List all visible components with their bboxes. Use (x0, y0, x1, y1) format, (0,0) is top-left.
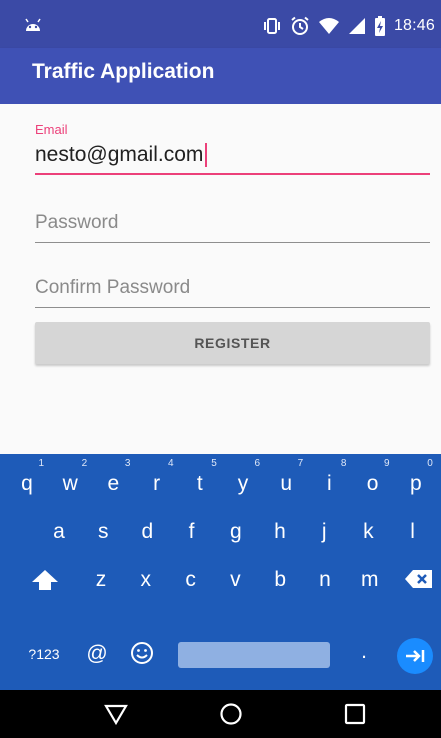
key-hint: 4 (168, 458, 174, 469)
key-e[interactable]: e3 (98, 458, 131, 496)
key-d[interactable]: d (132, 520, 162, 544)
key-hint: 8 (340, 458, 347, 469)
status-bar: 18:46 (0, 0, 441, 48)
key-label: i (327, 472, 332, 495)
key-j[interactable]: j (309, 520, 339, 544)
key-q[interactable]: q1 (12, 458, 44, 496)
key-hint: 1 (38, 458, 44, 469)
key-label: e (107, 472, 120, 495)
key-a[interactable]: a (44, 520, 74, 544)
period-key[interactable]: . (349, 640, 379, 664)
register-form: Email nesto@gmail.com Password Confirm P… (0, 104, 441, 454)
email-field-value: nesto@gmail.com (35, 143, 204, 166)
text-cursor (205, 143, 208, 167)
key-v[interactable]: v (220, 568, 250, 592)
home-nav-icon[interactable] (219, 702, 243, 726)
key-m[interactable]: m (355, 568, 385, 592)
key-l[interactable]: l (398, 520, 428, 544)
android-notification-icon (25, 18, 41, 31)
key-w[interactable]: w2 (55, 458, 88, 496)
register-button[interactable]: REGISTER (35, 322, 430, 364)
cellular-signal-icon (348, 18, 365, 34)
key-label: y (237, 472, 249, 495)
key-label: t (196, 472, 203, 495)
key-x[interactable]: x (131, 568, 161, 592)
key-hint: 7 (297, 458, 304, 469)
key-h[interactable]: h (265, 520, 295, 544)
backspace-icon (405, 570, 432, 588)
recents-nav-icon[interactable] (343, 702, 367, 726)
symbols-key[interactable]: ?123 (22, 646, 66, 662)
email-field-underline (35, 173, 430, 175)
key-b[interactable]: b (265, 568, 295, 592)
password-field-placeholder: Password (35, 212, 119, 233)
navigation-bar (0, 690, 441, 738)
key-z[interactable]: z (86, 568, 116, 592)
status-clock: 18:46 (393, 17, 435, 34)
back-nav-icon[interactable] (104, 702, 128, 726)
key-u[interactable]: u7 (271, 458, 303, 496)
confirm-password-field[interactable]: Confirm Password (35, 277, 430, 308)
key-t[interactable]: t5 (185, 458, 217, 496)
app-title: Traffic Application (32, 60, 215, 83)
register-screen: 18:46 Traffic Application Email nesto@gm… (0, 0, 441, 738)
app-bar: Traffic Application (0, 48, 441, 104)
vibrate-icon (263, 18, 280, 34)
shift-arrow-icon (32, 570, 58, 590)
key-hint: 6 (254, 458, 260, 469)
email-field[interactable]: Email nesto@gmail.com (35, 122, 430, 175)
key-hint: 3 (124, 458, 131, 469)
emoji-key[interactable] (128, 640, 156, 672)
key-label: w (62, 472, 78, 495)
wifi-icon (318, 18, 339, 34)
confirm-password-field-underline (35, 307, 430, 308)
password-field-underline (35, 242, 430, 243)
key-label: p (409, 472, 422, 495)
next-key[interactable] (397, 638, 433, 674)
key-hint: 5 (211, 458, 217, 469)
key-label: r (153, 472, 161, 495)
key-hint: 2 (81, 458, 88, 469)
key-label: u (280, 472, 293, 495)
confirm-password-field-placeholder: Confirm Password (35, 277, 191, 298)
key-n[interactable]: n (310, 568, 340, 592)
key-k[interactable]: k (353, 520, 383, 544)
key-g[interactable]: g (221, 520, 251, 544)
battery-icon (374, 16, 385, 36)
backspace-key[interactable] (402, 568, 436, 596)
key-s[interactable]: s (88, 520, 118, 544)
spacebar-key[interactable] (178, 642, 330, 668)
key-y[interactable]: y6 (228, 458, 260, 496)
key-label: q (21, 472, 33, 495)
key-hint: 0 (427, 458, 433, 469)
key-i[interactable]: i8 (314, 458, 346, 496)
key-f[interactable]: f (177, 520, 207, 544)
key-p[interactable]: p0 (401, 458, 433, 496)
key-hint: 9 (384, 458, 390, 469)
at-key[interactable]: @ (82, 642, 112, 666)
key-c[interactable]: c (176, 568, 206, 592)
shift-key[interactable] (28, 568, 62, 598)
emoji-icon (131, 642, 153, 664)
key-o[interactable]: o9 (358, 458, 390, 496)
soft-keyboard: q1w2e3r4t5y6u7i8o9p0 asdfghjkl zxcvbnm ?… (0, 454, 441, 690)
next-arrow-icon (406, 650, 425, 662)
alarm-icon (291, 16, 309, 35)
password-field[interactable]: Password (35, 212, 430, 243)
email-field-label: Email (35, 122, 68, 137)
key-label: o (366, 472, 379, 495)
key-r[interactable]: r4 (142, 458, 174, 496)
